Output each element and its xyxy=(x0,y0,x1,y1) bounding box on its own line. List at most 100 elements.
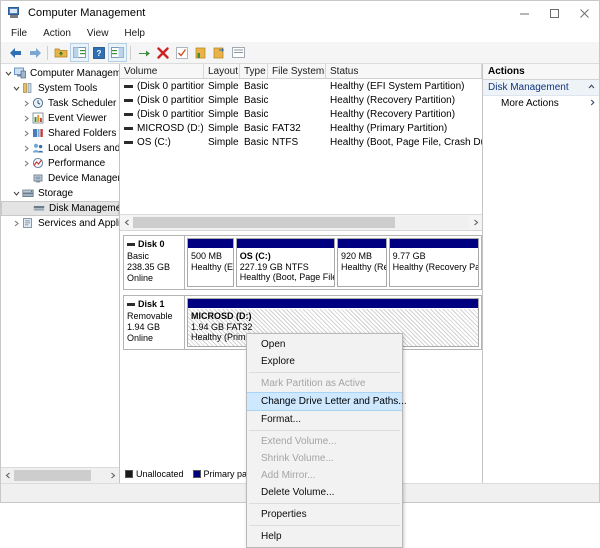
disk-info-1[interactable]: Disk 1 Removable 1.94 GB Online xyxy=(123,295,185,350)
column-header-file-system[interactable]: File System xyxy=(268,64,326,78)
context-menu-item-mark-partition-as-active: Mark Partition as Active xyxy=(247,375,402,392)
table-row[interactable]: OS (C:) Simple Basic NTFS Healthy (Boot,… xyxy=(120,135,482,149)
column-header-layout[interactable]: Layout xyxy=(204,64,240,78)
table-row[interactable]: (Disk 0 partition 1) Simple Basic Health… xyxy=(120,79,482,93)
partition-os-c[interactable]: OS (C:) 227.19 GB NTFS Healthy (Boot, Pa… xyxy=(236,238,335,287)
table-row[interactable]: (Disk 0 partition 5) Simple Basic Health… xyxy=(120,107,482,121)
column-header-status[interactable]: Status xyxy=(326,64,482,78)
actions-group-disk-management[interactable]: Disk Management xyxy=(483,80,599,96)
scroll-track[interactable] xyxy=(14,469,106,482)
disk-bar-icon xyxy=(127,243,135,246)
context-menu-item-delete-volume[interactable]: Delete Volume... xyxy=(247,484,402,501)
partition-recovery-2[interactable]: 9.77 GB Healthy (Recovery Par xyxy=(389,238,479,287)
delete-icon[interactable] xyxy=(153,43,172,62)
sidebar-item-label: Device Manager xyxy=(48,173,119,184)
cell-volume: (Disk 0 partition 5) xyxy=(120,109,204,120)
context-menu-separator xyxy=(249,430,400,431)
scroll-track[interactable] xyxy=(133,216,469,229)
chevron-up-icon[interactable] xyxy=(588,84,595,91)
new-volume-icon[interactable] xyxy=(191,43,210,62)
show-action-pane-icon[interactable] xyxy=(108,43,127,62)
sidebar-item-task-scheduler[interactable]: Task Scheduler xyxy=(1,96,119,111)
context-menu-item-add-mirror: Add Mirror... xyxy=(247,467,402,484)
toolbar-separator-2 xyxy=(130,46,131,60)
scroll-left-icon[interactable] xyxy=(120,216,133,229)
context-menu-item-format[interactable]: Format... xyxy=(247,411,402,428)
event-viewer-icon xyxy=(32,112,45,125)
context-menu-item-open[interactable]: Open xyxy=(247,336,402,353)
scroll-right-icon[interactable] xyxy=(469,216,482,229)
list-view-icon[interactable] xyxy=(229,43,248,62)
sidebar-item-services-and-applications[interactable]: Services and Applications xyxy=(1,216,119,231)
forward-arrow-icon[interactable] xyxy=(25,43,44,62)
partition-recovery-1[interactable]: 920 MB Healthy (Recov xyxy=(337,238,387,287)
sidebar-item-shared-folders[interactable]: Shared Folders xyxy=(1,126,119,141)
volume-list-horizontal-scrollbar[interactable] xyxy=(120,214,482,230)
menu-help[interactable]: Help xyxy=(122,27,153,40)
context-menu-item-explore[interactable]: Explore xyxy=(247,353,402,370)
tree-root-computer-management[interactable]: Computer Management (Local xyxy=(1,66,119,81)
expand-twisty-icon[interactable] xyxy=(21,130,32,137)
context-menu-separator xyxy=(249,372,400,373)
table-row[interactable]: MICROSD (D:) Simple Basic FAT32 Healthy … xyxy=(120,121,482,135)
column-header-type[interactable]: Type xyxy=(240,64,268,78)
menu-view[interactable]: View xyxy=(85,27,117,40)
sidebar-item-label: Performance xyxy=(48,158,105,169)
tree-horizontal-scrollbar[interactable] xyxy=(1,467,119,483)
maximize-icon[interactable] xyxy=(539,1,569,25)
actions-item-more-actions[interactable]: More Actions xyxy=(483,96,599,111)
partition-efi[interactable]: 500 MB Healthy (EFI S xyxy=(187,238,234,287)
sidebar-item-disk-management[interactable]: Disk Management xyxy=(1,201,119,216)
rescan-disks-icon[interactable] xyxy=(210,43,229,62)
back-arrow-icon[interactable] xyxy=(6,43,25,62)
computer-management-icon xyxy=(8,6,22,20)
up-folder-icon[interactable] xyxy=(51,43,70,62)
window-controls xyxy=(509,1,599,25)
sidebar-item-device-manager[interactable]: Device Manager xyxy=(1,171,119,186)
context-menu-item-help[interactable]: Help xyxy=(247,528,402,545)
toolbar-separator xyxy=(47,46,48,60)
legend-label: Unallocated xyxy=(136,469,184,479)
column-header-volume[interactable]: Volume xyxy=(120,64,204,78)
disk-info-0[interactable]: Disk 0 Basic 238.35 GB Online xyxy=(123,235,185,290)
scroll-thumb[interactable] xyxy=(133,217,395,228)
expand-twisty-icon[interactable] xyxy=(21,115,32,122)
context-menu-item-change-drive-letter-and-paths[interactable]: Change Drive Letter and Paths... xyxy=(247,392,402,411)
scroll-left-icon[interactable] xyxy=(1,469,14,482)
partition-size: 9.77 GB xyxy=(393,251,478,262)
chevron-right-icon[interactable] xyxy=(590,99,595,108)
expand-twisty-icon[interactable] xyxy=(21,145,32,152)
help-icon[interactable]: ? xyxy=(89,43,108,62)
properties-icon[interactable] xyxy=(172,43,191,62)
context-menu-item-properties[interactable]: Properties xyxy=(247,506,402,523)
cell-type: Basic xyxy=(240,109,268,120)
partition-status: Healthy (EFI S xyxy=(191,262,233,273)
minimize-icon[interactable] xyxy=(509,1,539,25)
table-row[interactable]: (Disk 0 partition 4) Simple Basic Health… xyxy=(120,93,482,107)
sidebar-item-storage[interactable]: Storage xyxy=(1,186,119,201)
collapse-twisty-icon[interactable] xyxy=(11,85,22,92)
close-icon[interactable] xyxy=(569,1,599,25)
svg-text:?: ? xyxy=(96,49,101,58)
partition-name: MICROSD (D:) xyxy=(191,311,478,322)
expand-twisty-icon[interactable] xyxy=(3,70,14,77)
refresh-icon[interactable] xyxy=(134,43,153,62)
expand-twisty-icon[interactable] xyxy=(21,100,32,107)
sidebar-item-event-viewer[interactable]: Event Viewer xyxy=(1,111,119,126)
scroll-thumb[interactable] xyxy=(14,470,91,481)
sidebar-item-performance[interactable]: Performance xyxy=(1,156,119,171)
cell-volume-label: (Disk 0 partition 5) xyxy=(137,109,204,120)
cell-layout: Simple xyxy=(204,137,240,148)
collapse-twisty-icon[interactable] xyxy=(11,190,22,197)
sidebar-item-system-tools[interactable]: System Tools xyxy=(1,81,119,96)
show-console-tree-icon[interactable] xyxy=(70,43,89,62)
expand-twisty-icon[interactable] xyxy=(21,160,32,167)
disk-name-label: Disk 0 xyxy=(138,239,165,250)
menu-action[interactable]: Action xyxy=(41,27,79,40)
cell-type: Basic xyxy=(240,137,268,148)
scroll-right-icon[interactable] xyxy=(106,469,119,482)
menu-file[interactable]: File xyxy=(9,27,35,40)
expand-twisty-icon[interactable] xyxy=(11,220,22,227)
context-menu-item-extend-volume: Extend Volume... xyxy=(247,433,402,450)
sidebar-item-local-users-and-groups[interactable]: Local Users and Groups xyxy=(1,141,119,156)
